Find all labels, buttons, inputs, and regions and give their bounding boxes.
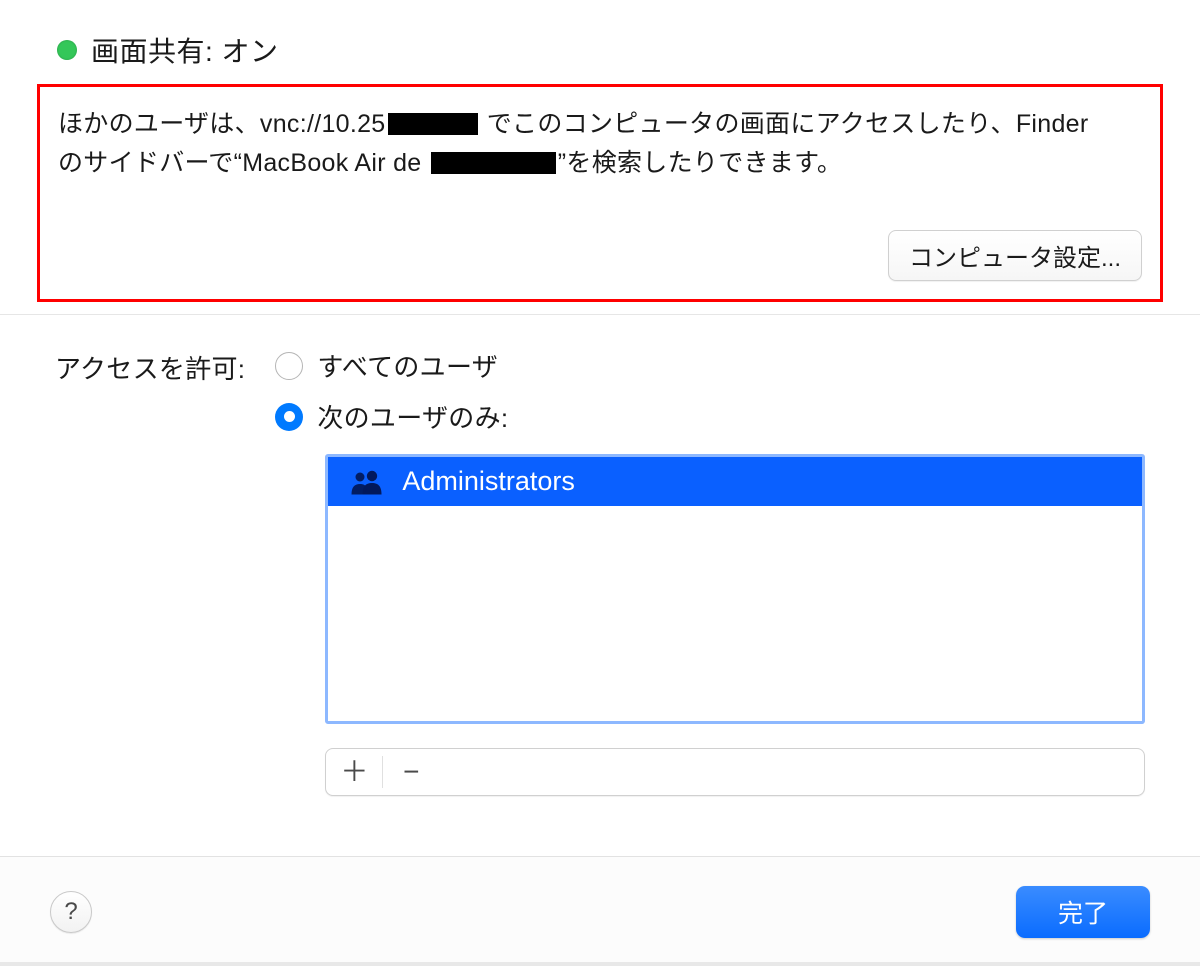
redacted-ip [388, 113, 478, 135]
footer-bar: ? 完了 [0, 856, 1200, 966]
section-divider [0, 314, 1200, 315]
status-title: 画面共有: オン [91, 30, 279, 70]
status-header: 画面共有: オン [57, 30, 1145, 70]
info-description: ほかのユーザは、vnc://10.25 でこのコンピュータの画面にアクセスしたり… [58, 105, 1140, 183]
users-group-icon [350, 469, 384, 495]
info-text-4: ”を検索したりできます。 [558, 144, 842, 183]
help-button[interactable]: ? [50, 891, 92, 933]
radio-only-these[interactable] [275, 403, 303, 431]
info-highlight-box: ほかのユーザは、vnc://10.25 でこのコンピュータの画面にアクセスしたり… [37, 84, 1163, 302]
redacted-computer-name [431, 152, 556, 174]
status-dot-icon [57, 40, 77, 60]
radio-all-users[interactable] [275, 352, 303, 380]
user-list[interactable]: Administrators [325, 454, 1145, 724]
add-remove-toolbar: ＋ − [325, 748, 1145, 796]
computer-settings-button[interactable]: コンピュータ設定... [888, 230, 1142, 281]
access-section: アクセスを許可: すべてのユーザ 次のユーザのみ: [55, 337, 1145, 796]
remove-user-button[interactable]: − [383, 749, 439, 795]
radio-only-these-label: 次のユーザのみ: [317, 398, 508, 435]
user-list-item-administrators[interactable]: Administrators [328, 457, 1142, 506]
radio-row-all-users[interactable]: すべてのユーザ [275, 347, 1145, 384]
access-label: アクセスを許可: [55, 347, 245, 796]
done-button[interactable]: 完了 [1016, 886, 1150, 938]
info-text-3: のサイドバーで“MacBook Air de [58, 144, 429, 183]
radio-all-users-label: すべてのユーザ [317, 347, 498, 384]
add-user-button[interactable]: ＋ [326, 749, 382, 795]
info-text-1: ほかのユーザは、vnc://10.25 [58, 105, 386, 144]
help-icon: ? [64, 898, 77, 926]
user-list-item-label: Administrators [402, 466, 575, 497]
page-bottom-edge [0, 962, 1200, 966]
info-text-2: でこのコンピュータの画面にアクセスしたり、Finder [480, 105, 1089, 144]
radio-row-only-these[interactable]: 次のユーザのみ: [275, 398, 1145, 435]
